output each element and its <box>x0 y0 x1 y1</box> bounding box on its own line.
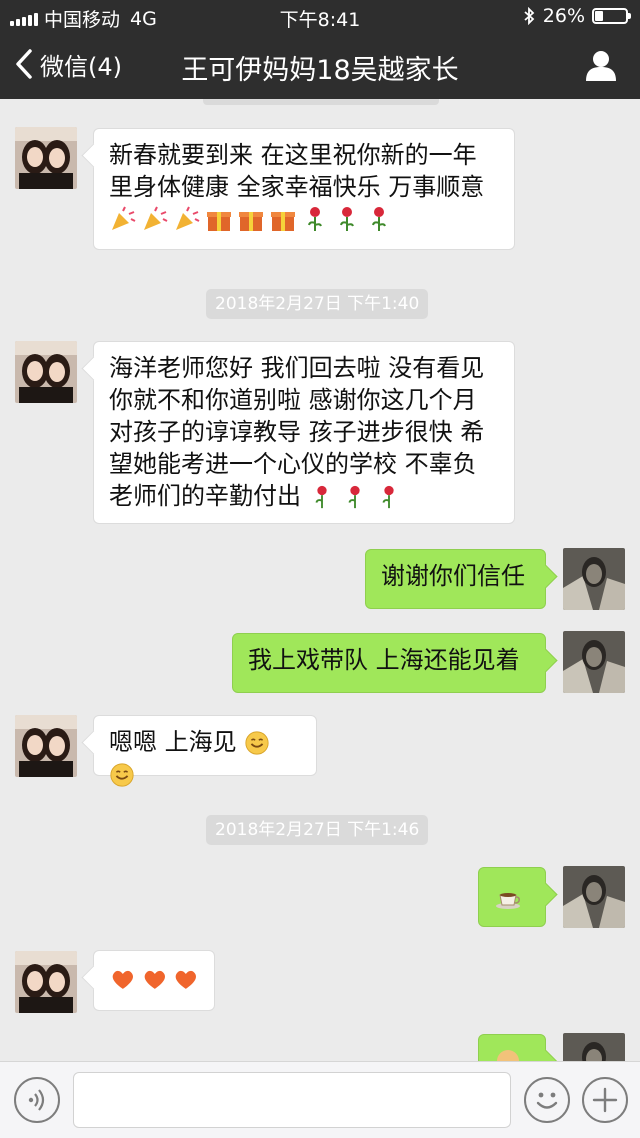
gift-icon <box>207 212 231 231</box>
heart-icon <box>112 970 133 989</box>
chat-title: 王可伊妈妈18吴越家长 <box>181 55 459 86</box>
battery-percent: 26% <box>542 5 585 27</box>
gift-icon <box>271 212 295 231</box>
message-text: 新春就要到来 在这里祝你新的一年 里身体健康 全家幸福快乐 万事顺意 <box>109 141 485 201</box>
rose-icon <box>382 485 394 509</box>
message-bubble[interactable]: 嗯嗯 上海见 <box>93 715 317 787</box>
coffee-cup-icon <box>496 893 520 909</box>
plus-icon <box>592 1087 618 1113</box>
more-button[interactable] <box>582 1077 628 1123</box>
heart-icon <box>176 970 197 989</box>
party-popper-icon <box>144 206 168 230</box>
timestamp: 2018年2月27日 下午1:40 <box>206 289 429 319</box>
user-avatar[interactable] <box>563 1033 625 1061</box>
user-avatar[interactable] <box>563 548 625 610</box>
status-bar: 中国移动 4G 下午8:41 26% <box>0 0 640 32</box>
chat-area[interactable]: 新春就要到来 在这里祝你新的一年 里身体健康 全家幸福快乐 万事顺意 2018年… <box>0 99 640 1061</box>
contact-avatar[interactable] <box>15 951 77 1013</box>
user-avatar[interactable] <box>563 631 625 693</box>
message-text: 我上戏带队 上海还能见着 <box>248 646 520 674</box>
message-bubble-outgoing[interactable]: 我上戏带队 上海还能见着 <box>232 633 546 693</box>
gift-icon <box>239 212 263 231</box>
message-bubble[interactable]: 新春就要到来 在这里祝你新的一年 里身体健康 全家幸福快乐 万事顺意 <box>93 128 515 250</box>
contact-avatar[interactable] <box>15 715 77 777</box>
person-icon[interactable] <box>584 48 618 82</box>
message-text: 嗯嗯 上海见 <box>109 728 237 756</box>
user-avatar[interactable] <box>563 866 625 928</box>
message-bubble[interactable] <box>93 950 215 1011</box>
message-bubble[interactable]: 海洋老师您好 我们回去啦 没有看见 你就不和你道别啦 感谢你这几个月 对孩子的谆… <box>93 341 515 524</box>
emoji-icon <box>497 1050 519 1061</box>
contact-avatar[interactable] <box>15 341 77 403</box>
heart-icon <box>144 970 165 989</box>
voice-button[interactable] <box>14 1077 60 1123</box>
smiley-face-icon <box>536 1092 558 1109</box>
voice-icon <box>28 1089 45 1111</box>
message-input[interactable] <box>73 1072 511 1128</box>
message-text: 谢谢你们信任 <box>381 562 525 590</box>
rose-icon <box>372 207 386 231</box>
rose-icon <box>308 207 322 231</box>
input-bar <box>0 1061 640 1138</box>
rose-icon <box>315 485 327 509</box>
message-bubble-outgoing[interactable] <box>478 867 546 927</box>
emoji-button[interactable] <box>524 1077 570 1123</box>
party-popper-icon <box>176 206 200 230</box>
rose-icon <box>348 485 360 509</box>
rose-icon <box>340 207 354 231</box>
nav-bar: 微信(4) 王可伊妈妈18吴越家长 <box>0 32 640 99</box>
battery-icon <box>592 8 631 24</box>
bluetooth-icon <box>524 7 535 25</box>
timestamp: 2018年2月27日 下午1:46 <box>206 815 429 845</box>
smiley-icon <box>245 731 269 755</box>
message-bubble-outgoing[interactable] <box>478 1034 546 1061</box>
contact-avatar[interactable] <box>15 127 77 189</box>
party-popper-icon <box>112 206 136 230</box>
emoji-row <box>109 965 200 993</box>
message-bubble-outgoing[interactable]: 谢谢你们信任 <box>365 549 546 609</box>
timestamp-partial <box>203 99 439 105</box>
smiley-icon <box>110 763 134 787</box>
emoji-row <box>109 205 500 233</box>
message-text: 海洋老师您好 我们回去啦 没有看见 你就不和你道别啦 感谢你这几个月 对孩子的谆… <box>109 354 485 510</box>
